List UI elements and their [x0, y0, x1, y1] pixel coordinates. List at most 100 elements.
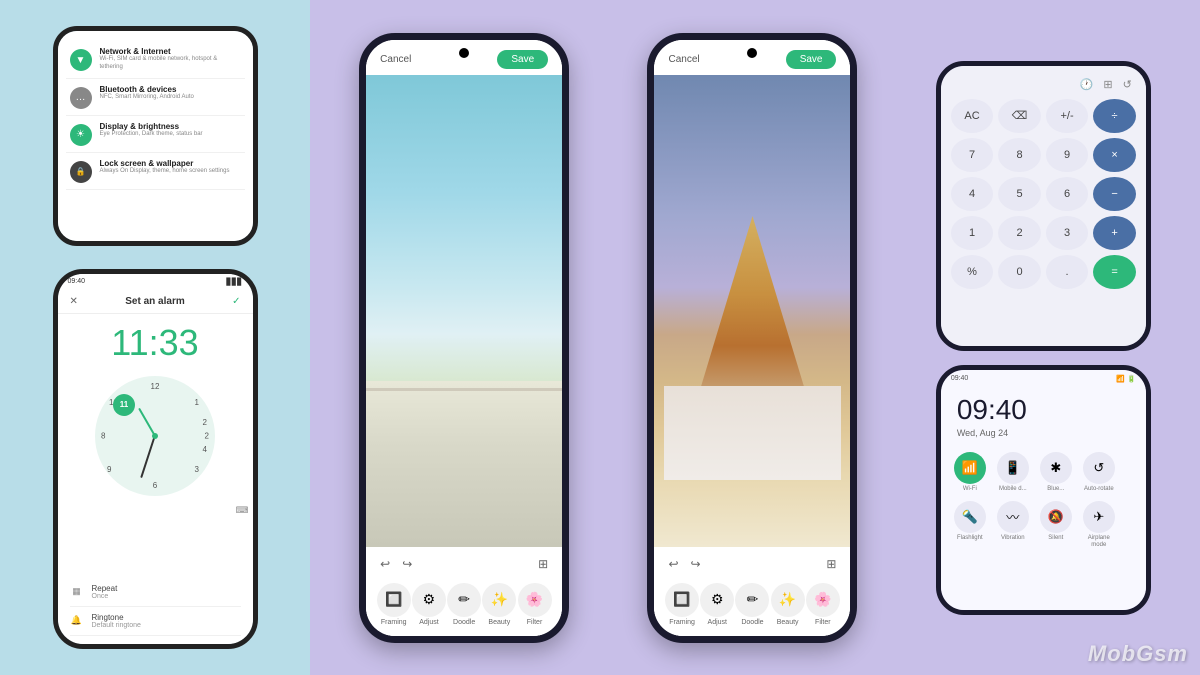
lock-tile-vibration[interactable]: 〰 Vibration: [994, 501, 1032, 549]
calc-btn-multiply[interactable]: ×: [1093, 138, 1136, 172]
autorotate-tile-icon: ↺: [1083, 452, 1115, 484]
mobile-tile-icon: 📱: [997, 452, 1029, 484]
wp-tool-doodle-2[interactable]: ✏ Doodle: [735, 583, 769, 626]
alarm-close-icon[interactable]: ✕: [70, 296, 78, 307]
calc-btn-equals[interactable]: =: [1093, 255, 1136, 289]
alarm-header: ✕ Set an alarm ✓: [58, 290, 253, 314]
lock-tile-autorotate[interactable]: ↺ Auto-rotate: [1080, 452, 1118, 493]
calc-btn-9[interactable]: 9: [1046, 138, 1089, 172]
airplane-tile-icon: ✈: [1083, 501, 1115, 533]
wallpaper-screen-2: Cancel Save ↩ ↪ ⊞ 🔲 Framing: [654, 40, 850, 636]
redo-icon-1[interactable]: ↪: [398, 555, 416, 573]
redo-icon-2[interactable]: ↪: [687, 555, 705, 573]
lock-tiles-row2: 🔦 Flashlight 〰 Vibration 🔕 Silent ✈ Airp…: [941, 499, 1146, 557]
undo-icon-2[interactable]: ↩: [664, 555, 682, 573]
calc-btn-6[interactable]: 6: [1046, 177, 1089, 211]
calc-btn-3[interactable]: 3: [1046, 216, 1089, 250]
wp-save-2[interactable]: Save: [786, 50, 837, 69]
autorotate-tile-label: Auto-rotate: [1080, 486, 1118, 493]
calc-btn-4[interactable]: 4: [951, 177, 994, 211]
lock-status-icons: 📶 🔋: [1116, 375, 1135, 383]
calc-btn-plusminus[interactable]: +/-: [1046, 99, 1089, 133]
alarm-ringtone-row[interactable]: 🔔 Ringtone Default ringtone: [70, 607, 241, 636]
phone-alarm: 09:40 ▊▊▊ ✕ Set an alarm ✓ 11:33 12 1 2 …: [53, 269, 258, 649]
wifi-tile-icon: 📶: [954, 452, 986, 484]
calc-btn-2[interactable]: 2: [998, 216, 1041, 250]
lock-status-bar: 09:40 📶 🔋: [941, 370, 1146, 388]
lock-tile-flashlight[interactable]: 🔦 Flashlight: [951, 501, 989, 549]
calc-refresh-icon[interactable]: ↺: [1123, 78, 1132, 91]
wp-tool-doodle-1[interactable]: ✏ Doodle: [447, 583, 481, 626]
alarm-status-bar: 09:40 ▊▊▊: [58, 274, 253, 290]
calc-btn-decimal[interactable]: .: [1046, 255, 1089, 289]
wp-cancel-1[interactable]: Cancel: [380, 54, 411, 65]
network-title: Network & Internet: [100, 47, 241, 56]
flashlight-tile-label: Flashlight: [951, 535, 989, 542]
wp-tool-framing-1[interactable]: 🔲 Framing: [377, 583, 411, 626]
vibration-tile-icon: 〰: [997, 501, 1029, 533]
wp-tool-adjust-2[interactable]: ⚙ Adjust: [700, 583, 734, 626]
phone-settings: ▼ Network & Internet Wi-Fi, SIM card & m…: [53, 26, 258, 246]
undo-icon-1[interactable]: ↩: [376, 555, 394, 573]
wp-toolbar-2: ↩ ↪ ⊞: [654, 547, 850, 577]
bluetooth-icon: …: [70, 87, 92, 109]
ringtone-icon: 🔔: [70, 614, 84, 628]
lock-date-display: Wed, Aug 24: [941, 428, 1146, 446]
alarm-status-time: 09:40: [68, 278, 86, 286]
alarm-check-icon[interactable]: ✓: [232, 296, 240, 307]
layout-icon-1[interactable]: ⊞: [534, 555, 552, 573]
lock-tile-wifi[interactable]: 📶 Wi-Fi: [951, 452, 989, 493]
clock-face: 12 1 2 3 6 9 8 10 4 2 11: [95, 376, 215, 496]
calc-history-icon[interactable]: 🕐: [1080, 78, 1094, 91]
calc-btn-7[interactable]: 7: [951, 138, 994, 172]
phone-wallpaper-2: Cancel Save ↩ ↪ ⊞ 🔲 Framing: [647, 33, 857, 643]
wp-save-1[interactable]: Save: [497, 50, 548, 69]
calc-btn-backspace[interactable]: ⌫: [998, 99, 1041, 133]
lock-tile-mobile[interactable]: 📱 Mobile d...: [994, 452, 1032, 493]
calc-screen: 🕐 ⊞ ↺ AC ⌫ +/- ÷ 7 8 9 × 4 5 6 −: [941, 66, 1146, 346]
calc-btn-ac[interactable]: AC: [951, 99, 994, 133]
wp-image-2: [654, 75, 850, 547]
alarm-hour-marker: 11: [113, 394, 135, 416]
calc-btn-minus[interactable]: −: [1093, 177, 1136, 211]
lock-tile-silent[interactable]: 🔕 Silent: [1037, 501, 1075, 549]
settings-item-network[interactable]: ▼ Network & Internet Wi-Fi, SIM card & m…: [66, 41, 245, 79]
calc-btn-plus[interactable]: +: [1093, 216, 1136, 250]
alarm-repeat-row[interactable]: ▦ Repeat Once: [70, 578, 241, 607]
settings-item-display[interactable]: ☀ Display & brightness Eye Protection, D…: [66, 116, 245, 153]
calc-grid-icon[interactable]: ⊞: [1103, 78, 1112, 91]
calc-btn-8[interactable]: 8: [998, 138, 1041, 172]
calc-btn-5[interactable]: 5: [998, 177, 1041, 211]
calc-btn-1[interactable]: 1: [951, 216, 994, 250]
calc-top-icons: 🕐 ⊞ ↺: [949, 74, 1138, 95]
wp-tool-beauty-2[interactable]: ✨ Beauty: [771, 583, 805, 626]
lock-tile-airplane[interactable]: ✈ Airplane mode: [1080, 501, 1118, 549]
lock-tiles-row1: 📶 Wi-Fi 📱 Mobile d... ✱ Blue... ↺ Auto-r…: [941, 446, 1146, 499]
ringtone-title: Ringtone: [92, 613, 241, 622]
lock-tile-bluetooth[interactable]: ✱ Blue...: [1037, 452, 1075, 493]
settings-item-lockscreen[interactable]: 🔒 Lock screen & wallpaper Always On Disp…: [66, 153, 245, 190]
alarm-status-signal: ▊▊▊: [226, 278, 242, 286]
wp-tools-row-2: 🔲 Framing ⚙ Adjust ✏ Doodle ✨ Beauty 🌸: [654, 577, 850, 636]
network-icon: ▼: [70, 49, 92, 71]
wp-tool-beauty-1[interactable]: ✨ Beauty: [482, 583, 516, 626]
layout-icon-2[interactable]: ⊞: [822, 555, 840, 573]
wp-toolbar-1: ↩ ↪ ⊞: [366, 547, 562, 577]
vibration-tile-label: Vibration: [994, 535, 1032, 542]
bluetooth-tile-label: Blue...: [1037, 486, 1075, 493]
settings-item-bluetooth[interactable]: … Bluetooth & devices NFC, Smart Mirrori…: [66, 79, 245, 116]
keyboard-icon[interactable]: ⌨: [236, 505, 249, 515]
phone-notch-2: [747, 48, 757, 58]
wp-tool-adjust-1[interactable]: ⚙ Adjust: [412, 583, 446, 626]
wp-cancel-2[interactable]: Cancel: [668, 54, 699, 65]
calc-btn-0[interactable]: 0: [998, 255, 1041, 289]
wp-tool-filter-1[interactable]: 🌸 Filter: [518, 583, 552, 626]
repeat-sub: Once: [92, 593, 241, 600]
calc-btn-percent[interactable]: %: [951, 255, 994, 289]
display-title: Display & brightness: [100, 122, 241, 131]
watermark: MobGsm: [1088, 641, 1188, 667]
bluetooth-sub: NFC, Smart Mirroring, Android Auto: [100, 94, 241, 102]
calc-btn-divide[interactable]: ÷: [1093, 99, 1136, 133]
wp-tool-framing-2[interactable]: 🔲 Framing: [665, 583, 699, 626]
wp-tool-filter-2[interactable]: 🌸 Filter: [806, 583, 840, 626]
